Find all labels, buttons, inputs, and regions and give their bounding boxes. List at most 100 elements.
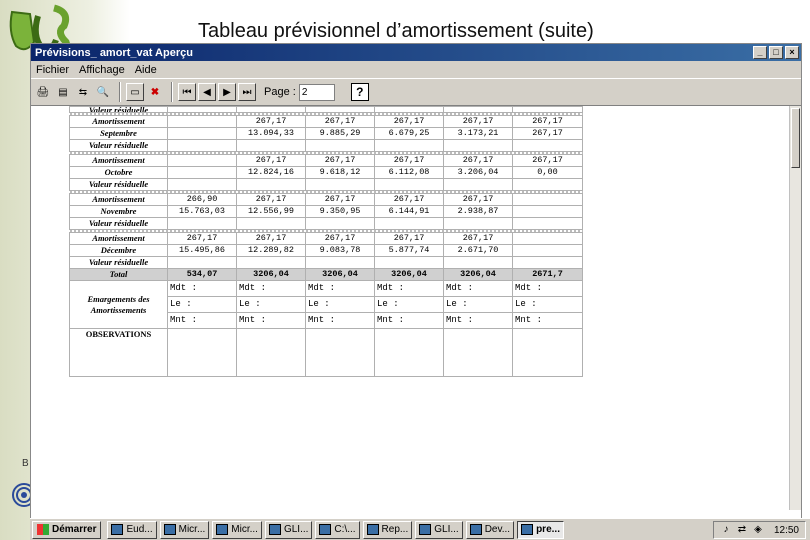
- emargement-cell: Mdt :: [167, 280, 237, 297]
- window-view-icon[interactable]: ▭: [126, 83, 144, 101]
- taskbar: Démarrer Eud... Micr... Micr... GLI... C:\..…: [30, 518, 810, 540]
- taskbar-task-button[interactable]: GLI...: [415, 520, 463, 539]
- vertical-scrollbar[interactable]: [789, 106, 801, 510]
- taskbar-task-button[interactable]: Dev...: [465, 520, 515, 539]
- emargement-cell: Mnt :: [443, 312, 513, 329]
- table-cell: [512, 178, 583, 191]
- maximize-button[interactable]: □: [769, 46, 783, 59]
- table-row: Novembre 15.763,03 12.556,99 9.350,95 6.144,…: [69, 205, 583, 218]
- taskbar-task-button[interactable]: Micr...: [212, 520, 262, 539]
- setup-icon[interactable]: ▤: [54, 83, 72, 101]
- row-label: Valeur résiduelle: [69, 178, 168, 191]
- start-label: Démarrer: [52, 524, 97, 535]
- table-cell: [374, 256, 444, 269]
- table-cell: [305, 256, 375, 269]
- row-label: Octobre: [69, 166, 168, 179]
- total-cell: 3206,04: [236, 268, 306, 281]
- emargement-cell: Le :: [305, 296, 375, 313]
- table-cell: 267,17: [236, 154, 306, 167]
- table-cell: [512, 205, 583, 218]
- table-cell: [512, 193, 583, 206]
- slide-title: Tableau prévisionnel d’amortissement (su…: [198, 20, 594, 42]
- emargement-cell: Le :: [512, 296, 583, 313]
- scrollbar-thumb[interactable]: [791, 108, 800, 168]
- total-label: Total: [69, 268, 168, 281]
- taskbar-task-button[interactable]: pre...: [517, 520, 564, 539]
- table-cell: [167, 256, 237, 269]
- last-page-icon[interactable]: ⏭: [238, 83, 256, 101]
- observations-row: OBSERVATIONS: [69, 328, 583, 377]
- task-label: Micr...: [231, 524, 258, 535]
- window-controls: _ □ ×: [753, 46, 799, 59]
- table-cell: 12.289,82: [236, 244, 306, 257]
- table-cell: 3.173,21: [443, 127, 513, 140]
- row-label: Valeur résiduelle: [69, 217, 168, 230]
- zoom-icon[interactable]: 🔍: [94, 83, 112, 101]
- task-app-icon: [163, 524, 176, 535]
- table-cell: 13.094,33: [236, 127, 306, 140]
- emargement-cell: Mdt :: [236, 280, 306, 297]
- table-cell: 267,17: [374, 154, 444, 167]
- table-cell: 9.618,12: [305, 166, 375, 179]
- help-button[interactable]: ?: [350, 83, 369, 101]
- first-page-icon[interactable]: ⏮: [178, 83, 196, 101]
- minimize-button[interactable]: _: [753, 46, 767, 59]
- table-cell: 3.206,04: [443, 166, 513, 179]
- next-page-icon[interactable]: ▶: [218, 83, 236, 101]
- total-cell: 3206,04: [305, 268, 375, 281]
- taskbar-tasks: Eud... Micr... Micr... GLI... C:\... Rep... GL…: [107, 520, 567, 539]
- table-cell: 2.938,87: [443, 205, 513, 218]
- task-label: Micr...: [178, 524, 206, 535]
- tray-app-icon[interactable]: ◈: [752, 524, 764, 536]
- taskbar-task-button[interactable]: Micr...: [159, 520, 210, 539]
- start-button[interactable]: Démarrer: [32, 520, 102, 539]
- speaker-icon[interactable]: ♪: [720, 524, 732, 536]
- table-cell: 12.824,16: [236, 166, 306, 179]
- table-cell: 6.112,08: [374, 166, 444, 179]
- emargement-cell: Mnt :: [305, 312, 375, 329]
- window-titlebar[interactable]: Prévisions_ amort_vat Aperçu _ □ ×: [31, 44, 801, 61]
- taskbar-task-button[interactable]: Rep...: [362, 520, 413, 539]
- table-cell: [374, 139, 444, 152]
- total-cell: 2671,7: [512, 268, 583, 281]
- taskbar-task-button[interactable]: C:\...: [315, 520, 360, 539]
- table-row: Valeur résiduelle: [69, 256, 583, 269]
- emargement-label: Emargements des Amortissements: [69, 280, 168, 329]
- menu-item-fichier[interactable]: Fichier: [31, 64, 74, 76]
- page-label: Page :: [264, 86, 296, 98]
- table-cell: 2.671,70: [443, 244, 513, 257]
- close-preview-icon[interactable]: ✖: [146, 83, 164, 101]
- page-number-input[interactable]: 2: [298, 83, 335, 101]
- taskbar-task-button[interactable]: Eud...: [107, 520, 157, 539]
- emargement-cell: Le :: [443, 296, 513, 313]
- table-cell: [236, 256, 306, 269]
- menu-bar: Fichier Affichage Aide: [31, 61, 801, 78]
- table-cell: 267,17: [374, 232, 444, 245]
- table-cell: [512, 232, 583, 245]
- previous-page-icon[interactable]: ◀: [198, 83, 216, 101]
- row-label: Valeur résiduelle: [69, 256, 168, 269]
- export-icon[interactable]: ⇆: [74, 83, 92, 101]
- taskbar-task-button[interactable]: GLI...: [264, 520, 313, 539]
- row-label: Valeur résiduelle: [69, 139, 168, 152]
- clock: 12:50: [773, 524, 799, 536]
- task-app-icon: [469, 524, 482, 535]
- table-cell: [443, 139, 513, 152]
- table-cell: 267,17: [512, 115, 583, 128]
- table-cell: 267,17: [236, 115, 306, 128]
- row-label: Décembre: [69, 244, 168, 257]
- menu-item-aide[interactable]: Aide: [130, 64, 162, 76]
- table-row: Amortissement 266,90 267,17 267,17 267,17 267…: [69, 193, 583, 206]
- emargement-cell: Mnt :: [236, 312, 306, 329]
- table-cell: 267,17: [167, 232, 237, 245]
- close-button[interactable]: ×: [785, 46, 799, 59]
- print-icon[interactable]: 🖨: [34, 83, 52, 101]
- menu-item-affichage[interactable]: Affichage: [74, 64, 130, 76]
- network-icon[interactable]: ⇄: [736, 524, 748, 536]
- table-cell: 267,17: [443, 193, 513, 206]
- observations-cell: [236, 328, 306, 377]
- amortization-table-body: Valeur résiduelle Amortissement 267,17 267,…: [69, 106, 583, 377]
- table-cell: 0,00: [512, 166, 583, 179]
- amortization-table: Valeur résiduelle Amortissement 267,17 267,…: [69, 106, 583, 377]
- observations-cell: [167, 328, 237, 377]
